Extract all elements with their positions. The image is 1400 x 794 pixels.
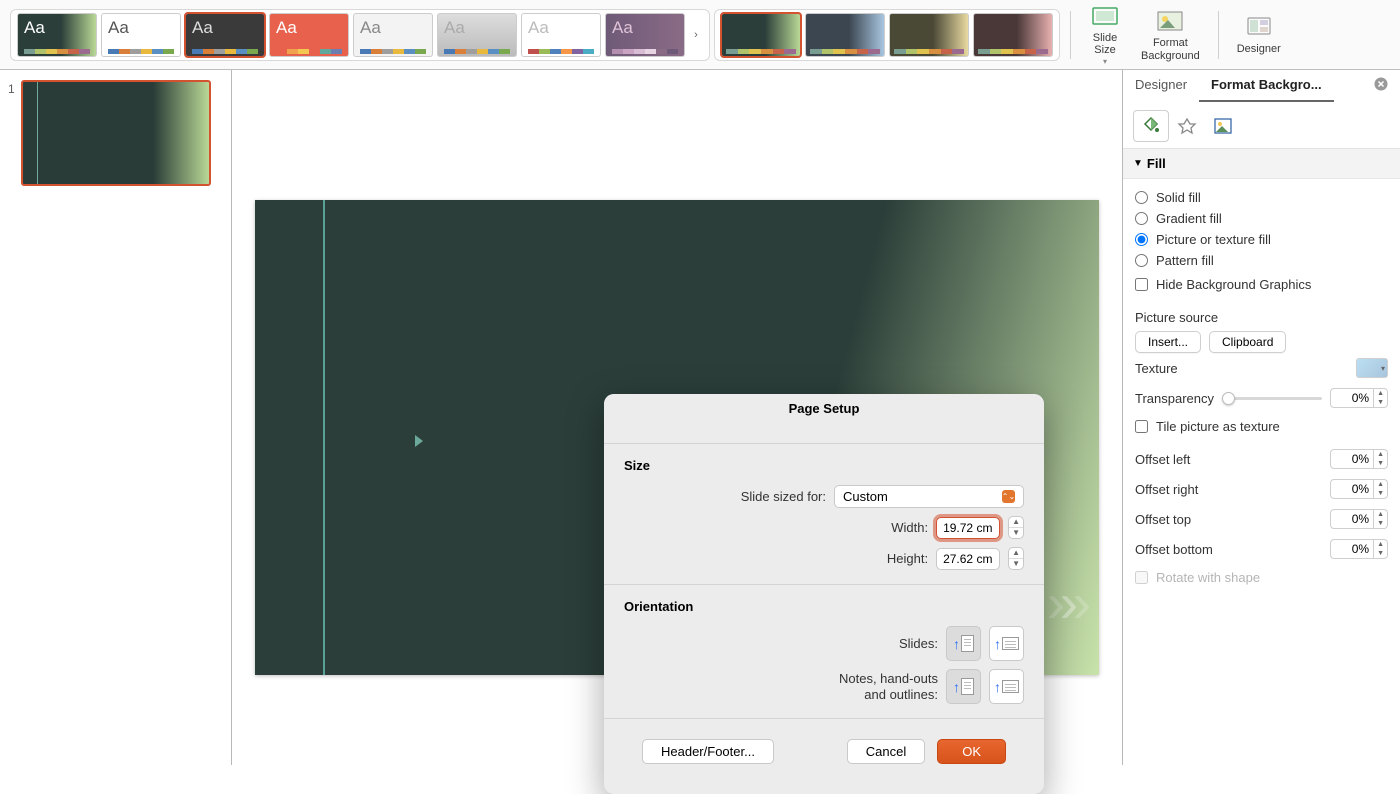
select-chevron-icon: ⌃⌄: [1002, 490, 1015, 503]
page-setup-dialog: Page Setup Size Slide sized for: Custom …: [604, 394, 1044, 794]
notes-landscape-button[interactable]: ↑: [989, 669, 1024, 704]
size-section-header: Size: [624, 454, 1024, 481]
slides-portrait-button[interactable]: ↑: [946, 626, 981, 661]
orientation-section-header: Orientation: [624, 595, 1024, 622]
notes-orientation-label: Notes, hand-outs and outlines:: [839, 671, 938, 702]
slides-landscape-button[interactable]: ↑: [989, 626, 1024, 661]
height-label: Height:: [887, 551, 928, 566]
dialog-title: Page Setup: [604, 394, 1044, 423]
ok-button[interactable]: OK: [937, 739, 1006, 764]
width-stepper[interactable]: ▲▼: [1008, 516, 1024, 539]
header-footer-button[interactable]: Header/Footer...: [642, 739, 774, 764]
slides-orientation-label: Slides:: [899, 636, 938, 651]
width-label: Width:: [891, 520, 928, 535]
notes-portrait-button[interactable]: ↑: [946, 669, 981, 704]
height-stepper[interactable]: ▲▼: [1008, 547, 1024, 570]
height-input[interactable]: [936, 548, 1000, 570]
width-input[interactable]: [936, 517, 1000, 539]
slide-sized-for-label: Slide sized for:: [741, 489, 826, 504]
slide-sized-for-select[interactable]: Custom ⌃⌄: [834, 485, 1024, 508]
cancel-button[interactable]: Cancel: [847, 739, 925, 764]
